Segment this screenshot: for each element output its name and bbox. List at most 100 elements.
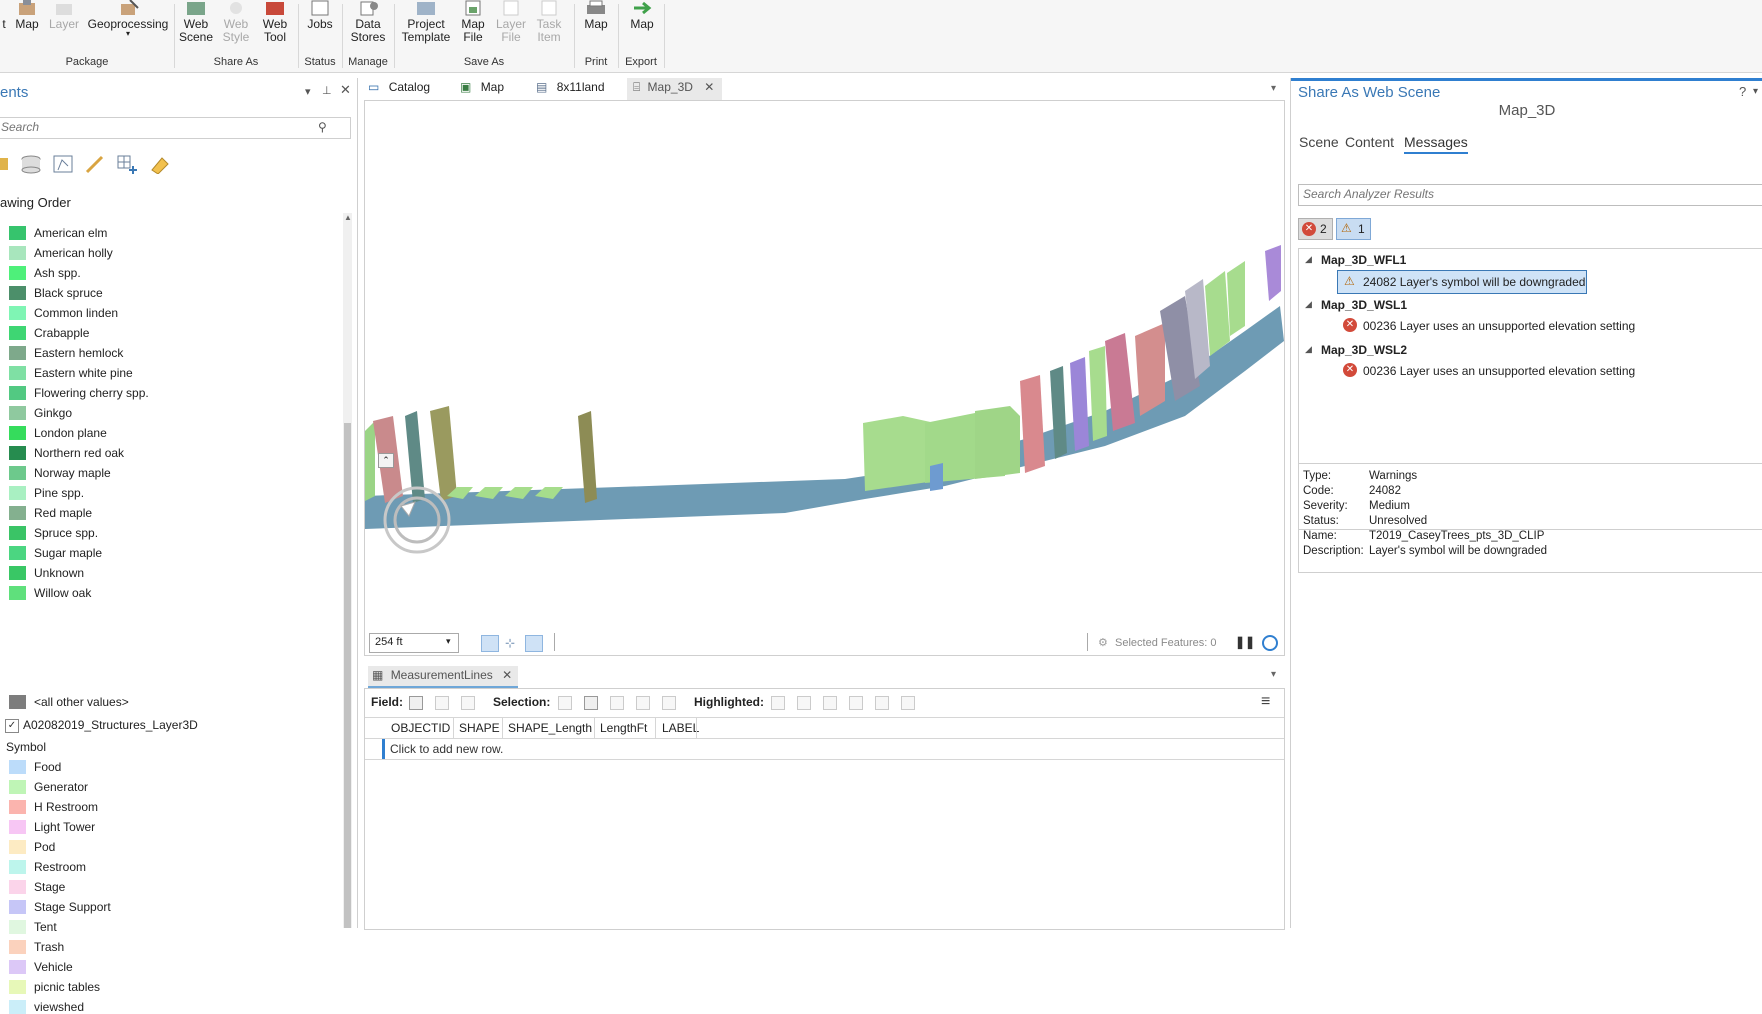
analyzer-search-input[interactable] [1299,185,1743,203]
grid-toggle-icon[interactable] [525,635,543,652]
legend-swatch[interactable] [9,406,26,420]
column-header-shape[interactable]: SHAPE [459,721,500,735]
legend-swatch[interactable] [9,346,26,360]
symbol-swatch[interactable] [9,900,26,914]
group-map-3d-wsl2[interactable]: Map_3D_WSL2 [1321,343,1407,357]
symbol-item-label[interactable]: Stage [34,880,65,894]
collapse-icon[interactable]: ◢ [1305,344,1312,355]
search-icon[interactable]: ⚲ [318,120,327,134]
highlight-pan-icon[interactable] [823,696,837,710]
legend-swatch[interactable] [9,306,26,320]
refresh-icon[interactable] [1262,635,1278,651]
legend-item-label[interactable]: Black spruce [34,286,103,300]
export-map-button[interactable]: Map [624,0,660,31]
contents-scrollbar[interactable]: ▲ [343,213,352,928]
legend-item-label[interactable]: Unknown [34,566,84,580]
legend-item-label[interactable]: Willow oak [34,586,91,600]
ribbon-button-partial[interactable]: t [0,0,8,31]
task-item-button[interactable]: Task Item [533,0,565,44]
column-divider[interactable] [453,718,454,738]
legend-item-label[interactable]: American holly [34,246,113,260]
symbol-item-label[interactable]: viewshed [34,1000,84,1014]
column-header-label[interactable]: LABEL [662,721,699,735]
selected-features-icon[interactable]: ⚙ [1098,636,1108,649]
column-header-shape-length[interactable]: SHAPE_Length [508,721,592,735]
collapse-icon[interactable]: ◢ [1305,299,1312,310]
close-icon[interactable]: ✕ [340,82,351,98]
legend-item-label[interactable]: Ginkgo [34,406,72,420]
legend-item-label[interactable]: Red maple [34,506,92,520]
column-divider[interactable] [502,718,503,738]
scale-selector[interactable]: 254 ft ▾ [369,633,459,653]
symbol-swatch[interactable] [9,1000,26,1014]
tab-measurementlines[interactable]: ▦ MeasurementLines ✕ [368,666,519,688]
collapse-overview-button[interactable]: ⌃ [378,453,394,468]
legend-item-label[interactable]: Spruce spp. [34,526,98,540]
switch-selection-icon[interactable] [584,696,598,710]
snapping-icon[interactable] [116,154,138,174]
symbol-swatch[interactable] [9,920,26,934]
symbol-swatch[interactable] [9,840,26,854]
close-tab-icon[interactable]: ✕ [704,80,714,94]
tab-8x11land[interactable]: ▤ 8x11land [536,80,605,98]
delete-field-icon[interactable] [461,696,475,710]
web-tool-button[interactable]: Web Tool [256,0,294,44]
tab-map[interactable]: ▣ Map [460,80,504,98]
pin-icon[interactable]: ⊥ [322,84,332,97]
legend-swatch[interactable] [9,266,26,280]
symbol-item-label[interactable]: H Restroom [34,800,98,814]
contents-search-box[interactable]: ⚲ [0,117,351,139]
legend-item-label[interactable]: Ash spp. [34,266,81,280]
select-by-attributes-icon[interactable] [558,696,572,710]
snapping-toggle-icon[interactable]: ⊹ [505,636,515,650]
legend-swatch[interactable] [9,226,26,240]
symbol-swatch[interactable] [9,800,26,814]
legend-item-label[interactable]: Sugar maple [34,546,102,560]
symbol-item-label[interactable]: Trash [34,940,64,954]
legend-swatch[interactable] [9,566,26,580]
errors-filter-button[interactable]: ✕ 2 [1298,218,1333,240]
legend-swatch[interactable] [9,386,26,400]
legend-swatch[interactable] [9,586,26,600]
message-warning-24082[interactable]: ⚠ 24082 Layer's symbol will be downgrade… [1337,270,1587,294]
scene-canvas[interactable] [365,101,1284,631]
print-map-button[interactable]: Map [578,0,614,31]
symbol-item-label[interactable]: Light Tower [34,820,95,834]
symbol-item-label[interactable]: Pod [34,840,55,854]
legend-item-label[interactable]: Crabapple [34,326,89,340]
pause-drawing-icon[interactable]: ❚❚ [1235,635,1255,649]
group-map-3d-wfl1[interactable]: Map_3D_WFL1 [1321,253,1406,267]
tab-map-3d[interactable]: ⌸ Map_3D ✕ [627,78,723,102]
highlight-zoom-icon[interactable] [797,696,811,710]
column-divider[interactable] [655,718,656,738]
column-divider[interactable] [696,718,697,738]
legend-swatch[interactable] [9,426,26,440]
scene-view[interactable]: ⌃ 254 ft ▾ ⊹ ⚙ Selected Features: 0 ❚❚ [364,100,1285,656]
legend-swatch[interactable] [9,446,26,460]
layer-name[interactable]: A02082019_Structures_Layer3D [23,718,198,732]
legend-swatch[interactable] [9,506,26,520]
clear-selection-icon[interactable] [610,696,624,710]
editing-pencil-icon[interactable] [84,154,106,174]
legend-swatch[interactable] [9,526,26,540]
add-new-row-text[interactable]: Click to add new row. [390,742,503,756]
legend-item-label[interactable]: London plane [34,426,107,440]
highlight-delete-icon[interactable] [901,696,915,710]
legend-swatch[interactable] [9,246,26,260]
symbol-item-label[interactable]: Vehicle [34,960,73,974]
legend-swatch[interactable] [9,286,26,300]
legend-item-label[interactable]: Norway maple [34,466,111,480]
package-layer-button[interactable]: Layer [46,0,82,31]
symbol-swatch[interactable] [9,980,26,994]
scrollbar-thumb[interactable] [344,423,351,928]
legend-item-label[interactable]: Pine spp. [34,486,84,500]
labeling-icon[interactable] [148,154,170,174]
data-source-icon[interactable] [20,154,42,174]
message-error-00236[interactable]: ✕ 00236 Layer uses an unsupported elevat… [1337,360,1717,382]
project-template-button[interactable]: Project Template [398,0,454,44]
delete-selection-icon[interactable] [662,696,676,710]
package-map-button[interactable]: Map [12,0,42,31]
highlight-unselect-icon[interactable] [849,696,863,710]
close-tab-icon[interactable]: ✕ [502,668,512,682]
symbol-item-label[interactable]: picnic tables [34,980,100,994]
